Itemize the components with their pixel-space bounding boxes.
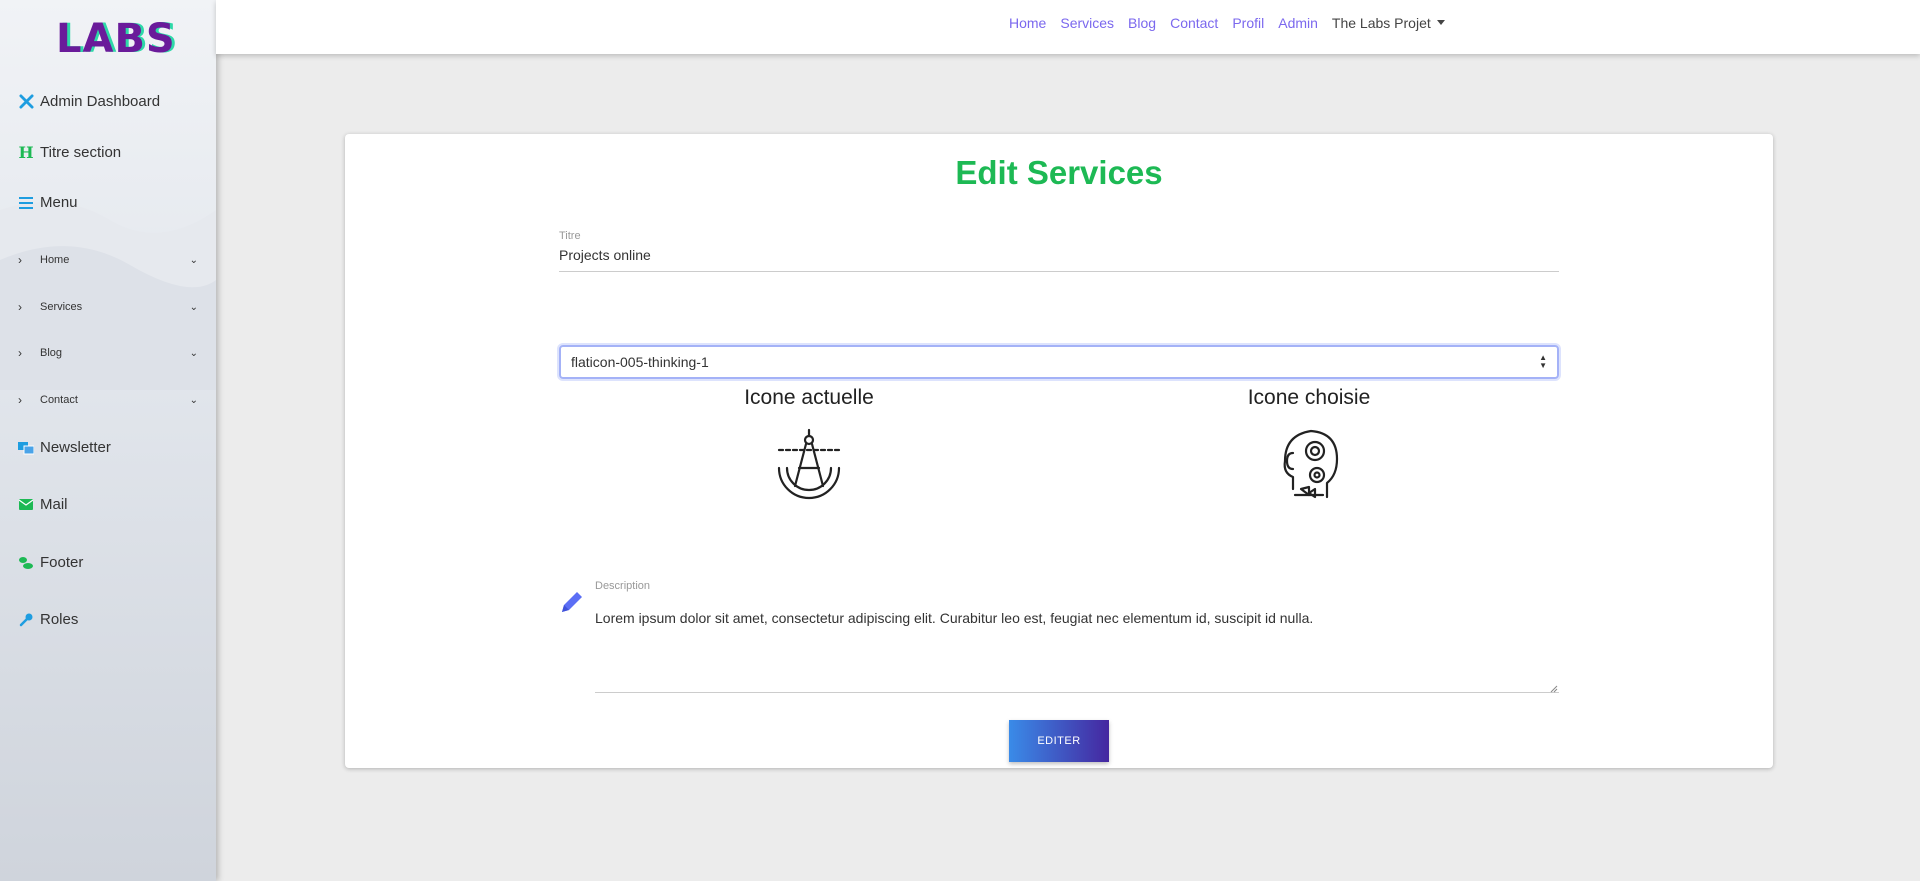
nav-link-blog[interactable]: Blog — [1128, 15, 1156, 31]
nav-link-admin[interactable]: Admin — [1278, 15, 1318, 31]
chevron-down-icon: ⌄ — [189, 301, 198, 313]
heading-icon: H — [18, 143, 34, 162]
sidebar: LABS Admin Dashboard H Titre section Men… — [0, 0, 216, 881]
sidebar-item-label: Footer — [40, 554, 84, 571]
sidebar-item-label: Roles — [40, 611, 79, 628]
sidebar-item-roles[interactable]: Roles — [18, 611, 78, 628]
thinking-head-icon — [1283, 429, 1339, 499]
sidebar-item-label: Newsletter — [40, 439, 111, 456]
description-label: Description — [595, 580, 651, 592]
nav-link-services[interactable]: Services — [1060, 15, 1114, 31]
titre-label: Titre — [559, 230, 581, 242]
description-textarea[interactable]: Lorem ipsum dolor sit amet, consectetur … — [595, 610, 1313, 626]
titre-input[interactable]: Projects online — [559, 247, 651, 263]
chevron-right-icon: › — [18, 300, 22, 314]
nav-dropdown-project[interactable]: The Labs Projet — [1332, 15, 1445, 31]
chevron-right-icon: › — [18, 393, 22, 407]
nav-link-profil[interactable]: Profil — [1232, 15, 1264, 31]
sidebar-item-newsletter[interactable]: Newsletter — [18, 439, 111, 456]
key-icon — [18, 612, 34, 628]
sidebar-item-contact[interactable]: › Contact ⌄ — [18, 393, 198, 407]
sidebar-item-mail[interactable]: Mail — [18, 496, 68, 513]
sidebar-item-label: Contact — [40, 394, 78, 406]
logo[interactable]: LABS — [56, 16, 176, 62]
sidebar-item-titre-section[interactable]: H Titre section — [18, 143, 122, 162]
chevron-down-icon: ⌄ — [189, 394, 198, 406]
tools-icon — [18, 94, 34, 110]
chosen-icon-label: Icone choisie — [1247, 386, 1371, 409]
newsletter-icon — [18, 440, 34, 456]
chevron-down-icon: ⌄ — [189, 254, 198, 266]
sidebar-item-home[interactable]: › Home ⌄ — [18, 253, 198, 267]
sidebar-item-label: Blog — [40, 347, 63, 359]
compass-icon — [777, 428, 841, 500]
page-title: Edit Services — [955, 154, 1163, 191]
mail-icon — [18, 497, 34, 513]
sidebar-item-blog[interactable]: › Blog ⌄ — [18, 346, 198, 360]
sidebar-item-label: Titre section — [40, 144, 122, 161]
nav-link-home[interactable]: Home — [1009, 15, 1046, 31]
chevron-right-icon: › — [18, 253, 22, 267]
nav-link-contact[interactable]: Contact — [1170, 15, 1218, 31]
sidebar-item-label: Admin Dashboard — [40, 93, 161, 110]
icon-select-value: flaticon-005-thinking-1 — [571, 354, 709, 370]
edit-submit-button[interactable]: EDITER — [1009, 720, 1109, 762]
top-navbar: Home Services Blog Contact Profil Admin … — [216, 0, 1920, 54]
sidebar-item-menu[interactable]: Menu — [18, 194, 78, 211]
pencil-icon — [562, 592, 582, 612]
sidebar-item-services[interactable]: › Services ⌄ — [18, 300, 198, 314]
description-underline — [595, 692, 1559, 693]
chevron-right-icon: › — [18, 346, 22, 360]
top-nav: Home Services Blog Contact Profil Admin … — [1009, 15, 1445, 31]
sidebar-item-label: Services — [40, 301, 83, 313]
sidebar-item-label: Menu — [40, 194, 78, 211]
titre-underline — [559, 271, 1559, 272]
menu-icon — [18, 195, 34, 211]
resize-handle-icon[interactable] — [1550, 685, 1558, 693]
select-arrows-icon: ▲ ▼ — [1539, 353, 1547, 370]
current-icon-label: Icone actuelle — [744, 386, 874, 409]
sidebar-item-admin-dashboard[interactable]: Admin Dashboard — [18, 93, 160, 110]
footer-icon — [18, 555, 34, 571]
sidebar-item-label: Home — [40, 254, 70, 266]
edit-services-card: Edit Services Titre Projects online flat… — [345, 134, 1773, 768]
sidebar-item-label: Mail — [40, 496, 68, 513]
chevron-down-icon: ⌄ — [189, 347, 198, 359]
sidebar-item-footer[interactable]: Footer — [18, 554, 83, 571]
icon-select[interactable]: flaticon-005-thinking-1 ▲ ▼ — [559, 345, 1559, 379]
